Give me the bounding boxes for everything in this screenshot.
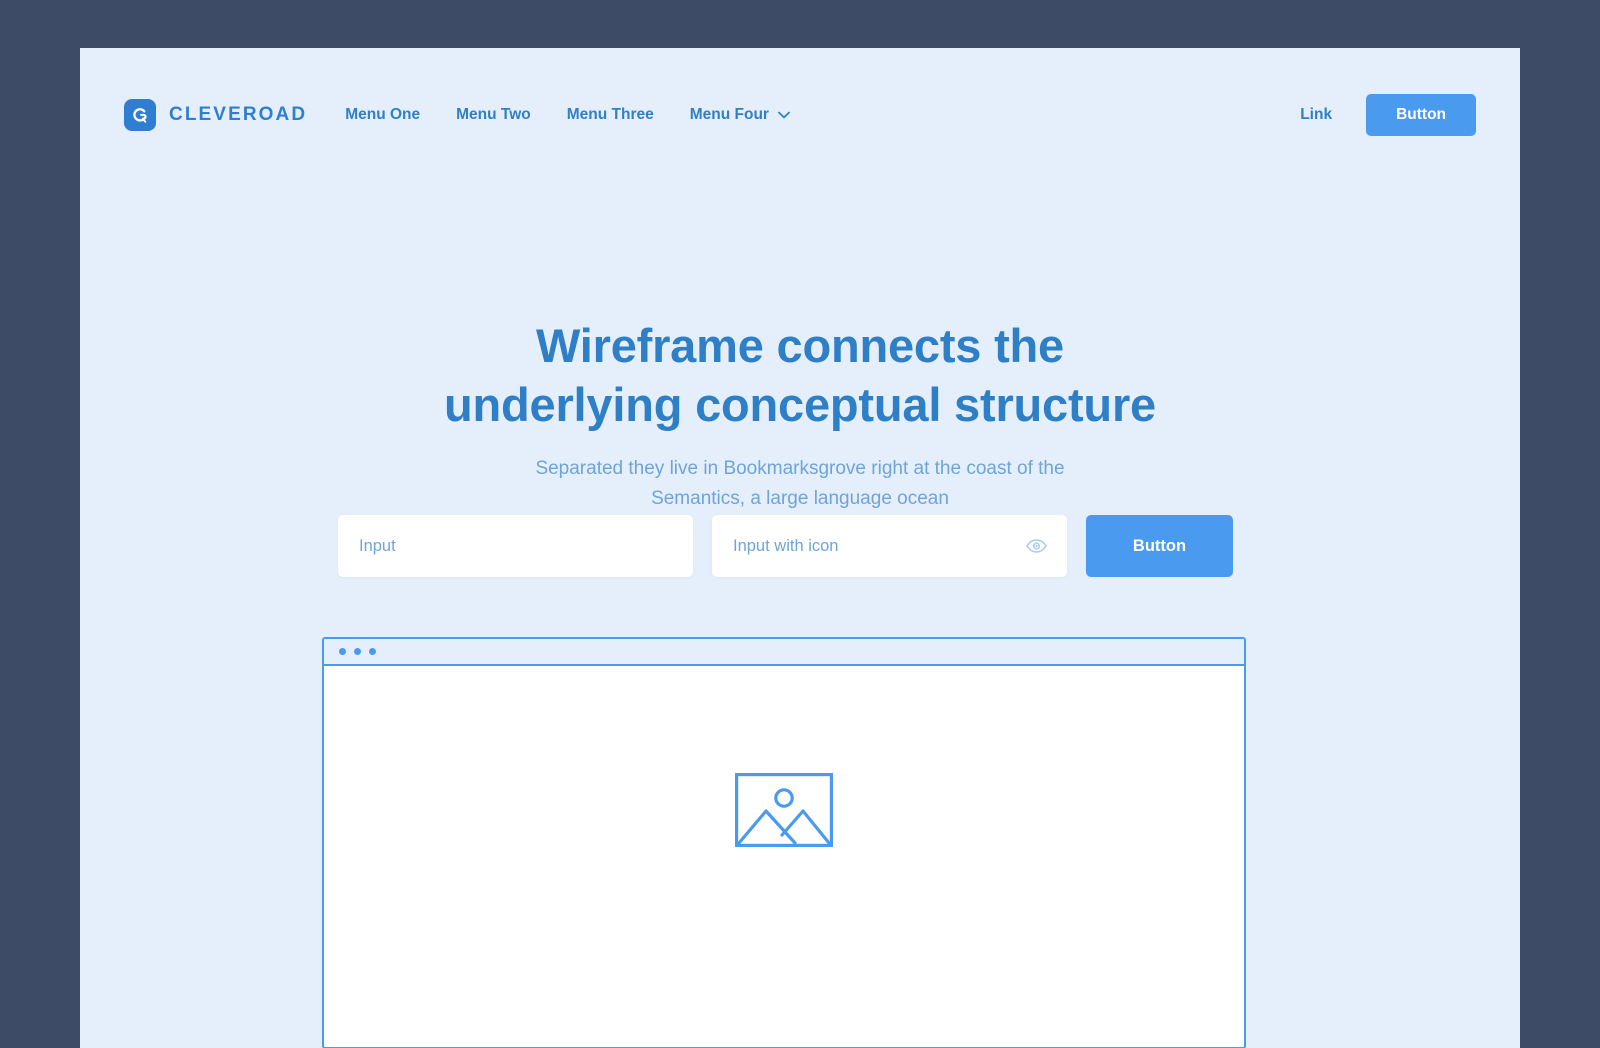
navbar: CLEVEROAD Menu One Menu Two Menu Three M… xyxy=(80,48,1520,182)
image-placeholder-icon xyxy=(735,772,834,847)
hero-subtitle: Separated they live in Bookmarksgrove ri… xyxy=(80,454,1520,513)
nav-item-menu-two[interactable]: Menu Two xyxy=(456,100,531,130)
mockup-body xyxy=(324,666,1244,1045)
hero-subtitle-line-2: Semantics, a large language ocean xyxy=(651,487,949,509)
mockup-titlebar xyxy=(324,639,1244,666)
cleveroad-logo-icon xyxy=(124,99,156,131)
mockup-dot-1 xyxy=(339,648,346,655)
nav-links: Menu One Menu Two Menu Three Menu Four xyxy=(345,100,790,130)
hero-subtitle-line-1: Separated they live in Bookmarksgrove ri… xyxy=(535,458,1065,480)
input-with-icon-placeholder: Input with icon xyxy=(733,536,839,555)
brand-logo[interactable]: CLEVEROAD xyxy=(124,99,307,131)
nav-actions: Link Button xyxy=(1300,94,1476,136)
nav-item-label: Menu One xyxy=(345,106,421,123)
hero-title-line-2: underlying conceptual structure xyxy=(444,378,1156,432)
mockup-dot-2 xyxy=(354,648,361,655)
nav-item-menu-three[interactable]: Menu Three xyxy=(567,100,654,130)
nav-item-label: Menu Two xyxy=(456,106,531,123)
brand-name: CLEVEROAD xyxy=(169,104,308,125)
chevron-down-icon xyxy=(778,111,790,119)
page-card: CLEVEROAD Menu One Menu Two Menu Three M… xyxy=(80,48,1520,1048)
hero-form: Input Input with icon Button xyxy=(338,515,1233,577)
search-input[interactable]: Input xyxy=(338,515,693,577)
hero-section: Wireframe connects the underlying concep… xyxy=(80,182,1520,513)
nav-item-label: Menu Four xyxy=(689,106,769,123)
nav-cta-button[interactable]: Button xyxy=(1366,94,1476,136)
input-placeholder: Input xyxy=(359,536,396,555)
browser-mockup xyxy=(322,637,1246,1048)
page-title: Wireframe connects the underlying concep… xyxy=(80,316,1520,434)
password-input[interactable]: Input with icon xyxy=(712,515,1067,577)
nav-item-menu-one[interactable]: Menu One xyxy=(345,100,420,130)
nav-item-menu-four[interactable]: Menu Four xyxy=(690,100,790,130)
nav-link[interactable]: Link xyxy=(1300,106,1332,124)
submit-button[interactable]: Button xyxy=(1086,515,1233,577)
nav-item-label: Menu Three xyxy=(566,106,654,123)
eye-icon[interactable] xyxy=(1026,539,1047,553)
mockup-dot-3 xyxy=(369,648,376,655)
hero-title-line-1: Wireframe connects the xyxy=(536,319,1064,372)
